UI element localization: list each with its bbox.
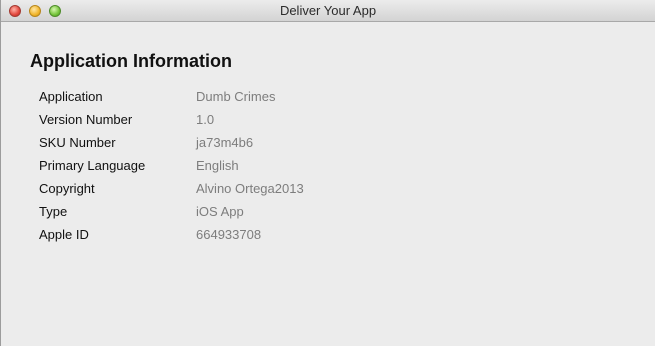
info-row-apple-id: Apple ID 664933708 [30, 223, 655, 246]
info-value: 1.0 [196, 112, 215, 127]
info-label: SKU Number [39, 135, 116, 150]
info-label: Copyright [39, 181, 95, 196]
info-value: Alvino Ortega2013 [196, 181, 304, 196]
info-value: ja73m4b6 [196, 135, 254, 150]
info-label: Primary Language [39, 158, 146, 173]
deliver-app-window: Deliver Your App Application Information… [0, 0, 655, 346]
info-row-sku-number: SKU Number ja73m4b6 [30, 131, 655, 154]
info-value: iOS App [196, 204, 244, 219]
section-title: Application Information [30, 51, 232, 71]
info-label: Type [39, 204, 68, 219]
info-row-version-number: Version Number 1.0 [30, 108, 655, 131]
info-value: Dumb Crimes [196, 89, 276, 104]
info-label: Version Number [39, 112, 133, 127]
info-label: Application [39, 89, 103, 104]
info-value: English [196, 158, 239, 173]
info-row-primary-language: Primary Language English [30, 154, 655, 177]
window-titlebar[interactable]: Deliver Your App [1, 0, 655, 22]
info-label: Apple ID [39, 227, 89, 242]
info-value: 664933708 [196, 227, 262, 242]
info-row-type: Type iOS App [30, 200, 655, 223]
window-title: Deliver Your App [279, 3, 377, 18]
info-row-copyright: Copyright Alvino Ortega2013 [30, 177, 655, 200]
window-content: Application Information Application Dumb… [1, 22, 655, 246]
info-row-application: Application Dumb Crimes [30, 85, 655, 108]
